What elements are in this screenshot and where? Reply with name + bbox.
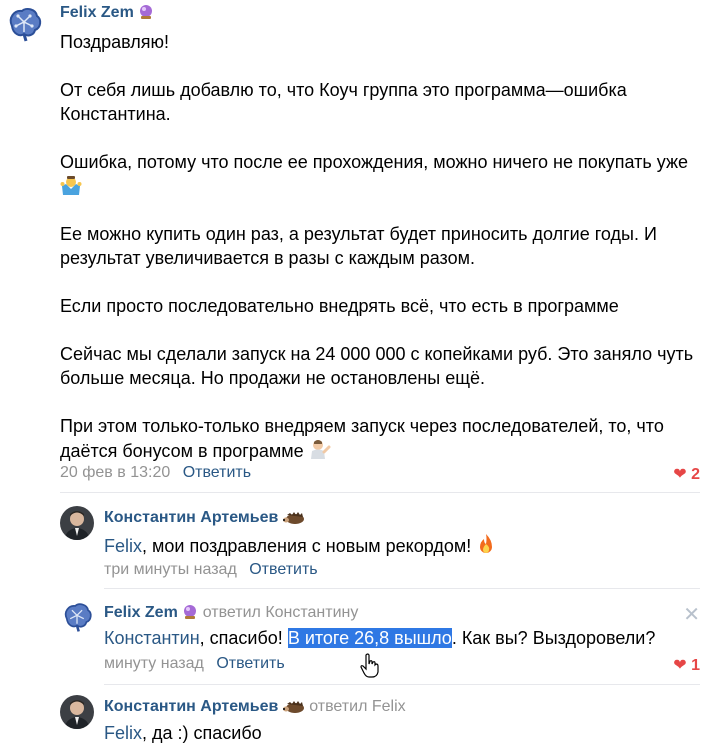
post-date[interactable]: 20 фев в 13:20	[60, 464, 170, 481]
crystal-ball-icon	[182, 604, 198, 625]
reply-like-button[interactable]: ❤ 1	[673, 655, 700, 675]
post-meta: 20 фев в 13:20 Ответить	[60, 464, 251, 482]
post-line: Ее можно купить один раз, а результат бу…	[60, 224, 657, 244]
reply-text-body: , да :) спасибо	[142, 723, 262, 743]
post-like-button[interactable]: ❤ 2	[673, 464, 700, 484]
reply-mention[interactable]: Константин	[104, 628, 200, 648]
reply-meta: минуту назад Ответить	[104, 655, 285, 673]
post-line: Поздравляю!	[60, 32, 170, 52]
reply-text-body: , мои поздравления с новым рекордом!	[142, 536, 472, 556]
reply-text: Константин, спасибо! В итоге 26,8 вышло.…	[104, 626, 655, 650]
post-paragraph: От себя лишь добавлю то, что Коуч группа…	[60, 78, 700, 126]
reply-author-link[interactable]: Felix Zem	[104, 604, 178, 621]
reply-reply-button[interactable]: Ответить	[249, 561, 317, 578]
reply-like-count: 1	[691, 657, 700, 674]
post-line: Сейчас мы сделали запуск на 24 000 000 с…	[60, 344, 694, 364]
post-line: результат увеличивается в разы с каждым …	[60, 248, 475, 268]
divider	[104, 684, 700, 685]
post-line: При этом только-только внедряем запуск ч…	[60, 416, 664, 436]
post-paragraph: При этом только-только внедряем запуск ч…	[60, 414, 700, 466]
reply-author-link[interactable]: Константин Артемьев	[104, 509, 278, 526]
reply-author-avatar[interactable]	[60, 695, 94, 729]
shrug-emoji-icon	[60, 174, 82, 202]
reply-text: Felix, да :) спасибо	[104, 721, 262, 745]
post-author-name[interactable]: Felix Zem	[60, 4, 154, 25]
person-avatar-icon	[60, 695, 94, 729]
divider	[60, 492, 700, 493]
reply-header: Felix Zem ответил Константину	[104, 604, 358, 625]
close-icon[interactable]: ✕	[683, 602, 700, 627]
brain-avatar-icon	[64, 603, 92, 632]
reply-target[interactable]: ответил Константину	[203, 604, 359, 621]
reply-text-body: . Как вы? Выздоровели?	[451, 628, 656, 648]
reply-header: Константин Артемьев ответил Felix	[104, 698, 406, 719]
crystal-ball-icon	[138, 4, 154, 25]
reply-author-link[interactable]: Константин Артемьев	[104, 698, 278, 715]
reply-author-avatar[interactable]	[60, 506, 94, 540]
reply-time[interactable]: три минуты назад	[104, 561, 237, 578]
reply-author-avatar[interactable]	[60, 600, 94, 634]
brain-avatar-icon	[9, 7, 42, 42]
fire-emoji-icon	[476, 533, 496, 561]
reply-meta: три минуты назад Ответить	[104, 561, 318, 579]
post-paragraph: Поздравляю!	[60, 30, 700, 54]
post-paragraph: Сейчас мы сделали запуск на 24 000 000 с…	[60, 342, 700, 390]
selected-text[interactable]: В итоге 26,8 вышло	[287, 628, 452, 648]
post-author-link[interactable]: Felix Zem	[60, 4, 134, 21]
hedgehog-icon	[282, 700, 305, 719]
heart-icon: ❤	[673, 657, 687, 674]
post-line: Если просто последовательно внедрять всё…	[60, 296, 619, 316]
post-body: Поздравляю! От себя лишь добавлю то, что…	[60, 30, 700, 466]
reply-reply-button[interactable]: Ответить	[216, 655, 284, 672]
reply-mention[interactable]: Felix	[104, 723, 142, 743]
hedgehog-icon	[282, 511, 305, 530]
divider	[104, 588, 700, 589]
post-line: Константина.	[60, 104, 171, 124]
post-line: От себя лишь добавлю то, что Коуч группа…	[60, 80, 627, 100]
post-paragraph: Ее можно купить один раз, а результат бу…	[60, 222, 700, 270]
tipping-hand-emoji-icon	[309, 438, 331, 466]
heart-icon: ❤	[673, 466, 687, 483]
reply-text: Felix, мои поздравления с новым рекордом…	[104, 533, 496, 561]
reply-target[interactable]: ответил Felix	[309, 698, 405, 715]
post-paragraph: Ошибка, потому что после ее прохождения,…	[60, 150, 700, 198]
post-paragraph: Если просто последовательно внедрять всё…	[60, 294, 700, 318]
hand-cursor-icon	[360, 653, 380, 684]
person-avatar-icon	[60, 506, 94, 540]
reply-text-body: , спасибо!	[199, 628, 288, 648]
post-line: Ошибка, потому что после ее прохождения,…	[60, 152, 689, 172]
reply-author[interactable]: Константин Артемьев	[104, 509, 305, 530]
reply-time[interactable]: минуту назад	[104, 655, 204, 672]
post-line: больше месяца. Но продажи не остановлены…	[60, 368, 486, 388]
post-reply-button[interactable]: Ответить	[183, 464, 251, 481]
post-like-count: 2	[691, 466, 700, 483]
reply-mention[interactable]: Felix	[104, 536, 142, 556]
post-line: даётся бонусом в программе	[60, 441, 304, 461]
post-author-avatar[interactable]	[4, 4, 44, 44]
